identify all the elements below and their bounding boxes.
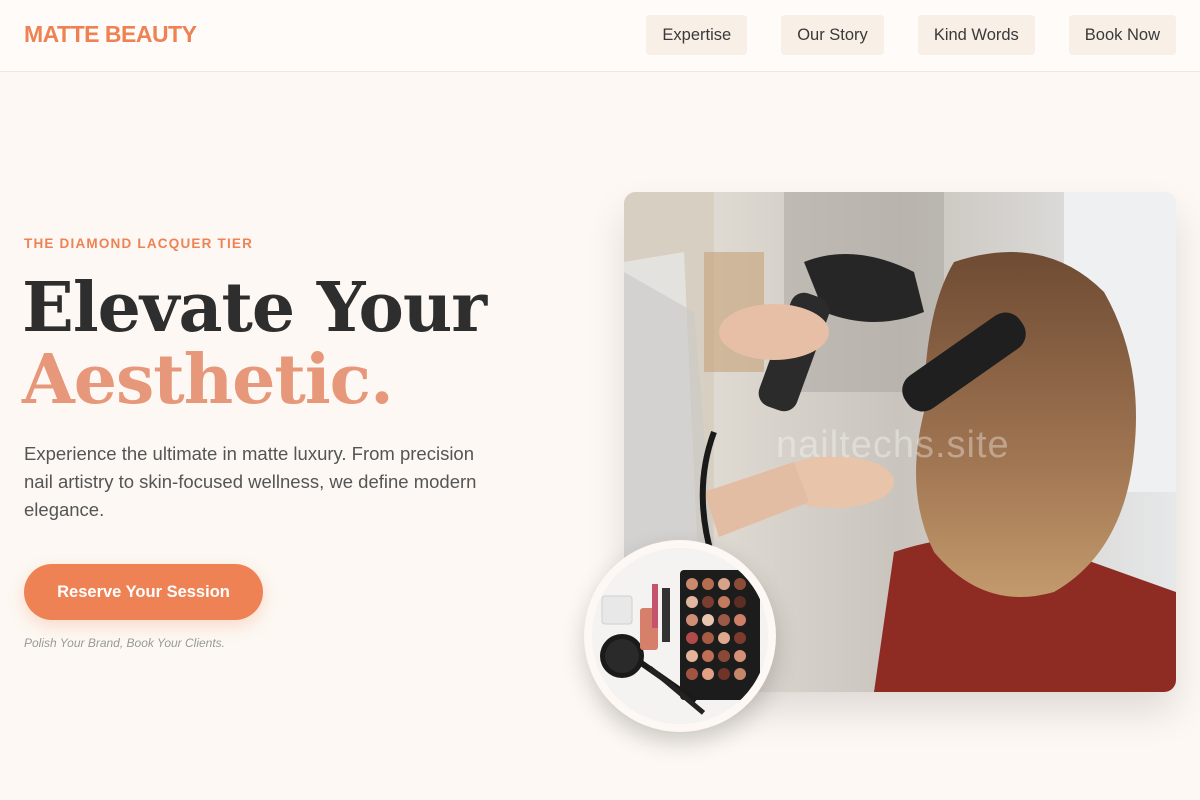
headline-line-1: Elevate Your [22,268,487,348]
nav-book-now[interactable]: Book Now [1068,15,1176,55]
nav-kind-words[interactable]: Kind Words [917,15,1035,55]
site-header: MATTE BEAUTY Expertise Our Story Kind Wo… [0,0,1200,72]
makeup-palette-photo [584,540,776,732]
hero-description: Experience the ultimate in matte luxury.… [24,443,477,520]
headline-line-2: Aesthetic. [22,340,394,420]
nav-expertise[interactable]: Expertise [646,15,748,55]
brand-logo[interactable]: MATTE BEAUTY [24,21,197,48]
reserve-session-button[interactable]: Reserve Your Session [24,564,263,620]
watermark-text: nailtechs.site [776,424,1010,466]
main-nav: Expertise Our Story Kind Words Book Now [646,15,1176,55]
nav-our-story[interactable]: Our Story [781,15,884,55]
hero-tagline: Polish Your Brand, Book Your Clients. [24,636,226,650]
hero-eyebrow: THE DIAMOND LACQUER TIER [24,236,254,251]
hero-headline: Elevate Your Aesthetic. [22,268,487,420]
